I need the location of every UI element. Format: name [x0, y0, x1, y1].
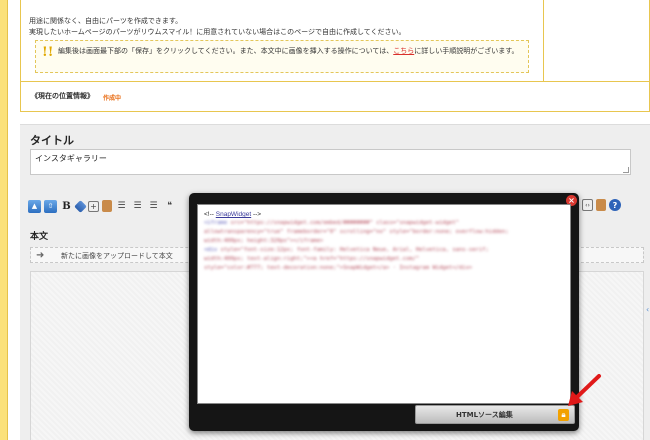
warning-icon: !! — [42, 45, 54, 60]
source-textarea[interactable]: <!-- SnapWidget --> <iframe src="https:/… — [197, 204, 571, 404]
bold-icon[interactable]: B — [60, 200, 73, 213]
html-source-edit-button[interactable]: HTMLソース編集 🔒︎ — [415, 405, 575, 424]
help-link[interactable]: こちら — [393, 47, 414, 55]
editor-toolbar-right: ‹› ? — [582, 199, 621, 211]
notice-box: !! 編集後は画面最下部の「保存」をクリックしてください。また、本文中に画像を挿… — [35, 40, 529, 73]
location-label: 《現在の位置情報》 — [31, 92, 94, 100]
body-label: 本文 — [30, 232, 49, 242]
panel-divider — [21, 81, 649, 82]
numbered-list-icon[interactable]: ☰ — [131, 200, 144, 213]
paste-icon[interactable] — [102, 200, 112, 212]
status-badge: 作成中 — [103, 95, 122, 102]
left-frame-rail — [0, 0, 8, 440]
upload-icon[interactable]: ⇧ — [44, 199, 57, 213]
source-icon[interactable]: ‹› — [582, 199, 593, 211]
upload-arrow-icon: ➜ — [36, 250, 45, 261]
info-panel: 用途に関係なく、自由にパーツを作成できます。 実現したいホームページのパーツがリ… — [20, 0, 650, 112]
insert-box-icon[interactable]: + — [88, 200, 99, 212]
help-icon[interactable]: ? — [609, 199, 621, 211]
info-text: 用途に関係なく、自由にパーツを作成できます。 — [29, 17, 183, 25]
title-label: タイトル — [30, 134, 74, 147]
chevron-left-icon: ‹ — [646, 305, 650, 314]
upload-text: 新たに画像をアップロードして本文 — [61, 252, 173, 260]
blurred-source-line: style="color:#777; text-decoration:none;… — [204, 265, 473, 271]
blurred-source-line: <div style="font-size:12px; font-family:… — [204, 247, 489, 253]
html-source-edit-label: HTMLソース編集 — [456, 411, 513, 419]
bulleted-list-icon[interactable]: ☰ — [115, 200, 128, 213]
eraser-icon[interactable] — [74, 199, 87, 213]
blurred-source-line: width:400px; text-align:right;"><a href=… — [204, 256, 420, 262]
blurred-source-line: width:400px; height:320px"></iframe> — [204, 238, 324, 244]
editor-toolbar: ▲ ⇧ B + ☰ ☰ ☰ ❝ — [28, 197, 176, 215]
html-source-modal: × <!-- SnapWidget --> <iframe src="https… — [189, 193, 579, 431]
list-icon[interactable]: ☰ — [147, 200, 160, 213]
blurred-source-line: <iframe src="https://snapwidget.com/embe… — [204, 220, 459, 226]
source-line: <!-- SnapWidget --> — [204, 211, 262, 218]
quote-icon[interactable]: ❝ — [163, 200, 176, 213]
panel-divider — [543, 0, 544, 81]
info-text: 実現したいホームページのパーツがリウムスマイル！に用意されていない場合はこのペー… — [29, 28, 406, 36]
notice-text: 編集後は画面最下部の「保存」をクリックしてください。また、本文中に画像を挿入する… — [58, 47, 519, 55]
title-field[interactable]: インスタギャラリー — [30, 149, 631, 175]
image-icon[interactable]: ▲ — [28, 199, 41, 213]
resize-handle[interactable] — [623, 167, 629, 173]
blurred-source-line: allowtransparency="true" frameborder="0"… — [204, 229, 509, 235]
red-pointer-arrow-icon — [568, 374, 601, 406]
paste-icon[interactable] — [596, 199, 606, 211]
lock-icon: 🔒︎ — [558, 409, 569, 421]
